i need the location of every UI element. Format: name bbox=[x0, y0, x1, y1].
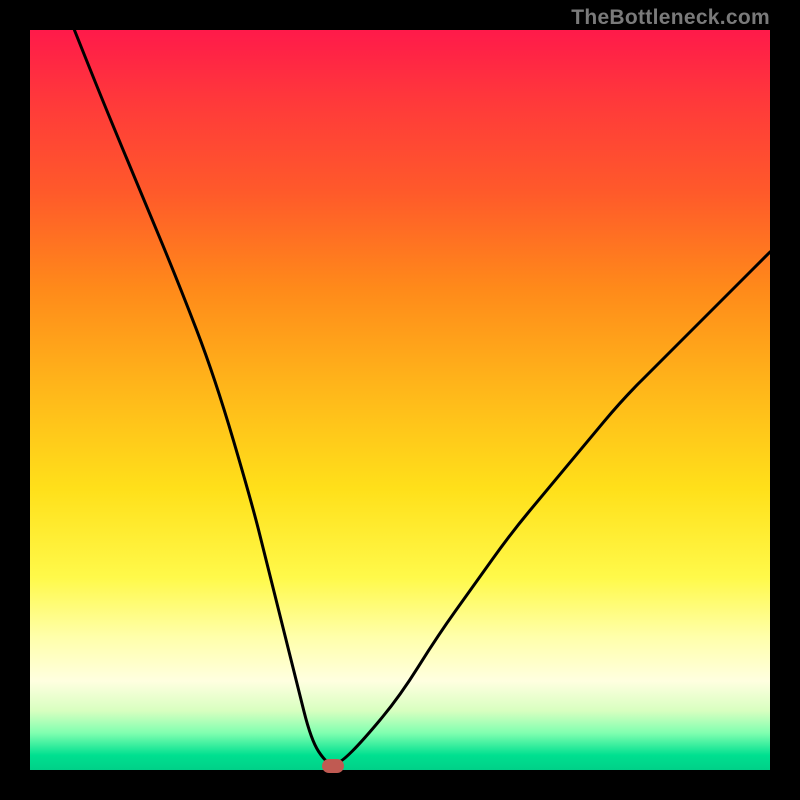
curve-svg bbox=[30, 30, 770, 770]
optimum-marker bbox=[322, 759, 344, 773]
bottleneck-curve bbox=[74, 30, 770, 763]
plot-area bbox=[30, 30, 770, 770]
watermark-text: TheBottleneck.com bbox=[571, 6, 770, 30]
chart-container: TheBottleneck.com bbox=[0, 0, 800, 800]
